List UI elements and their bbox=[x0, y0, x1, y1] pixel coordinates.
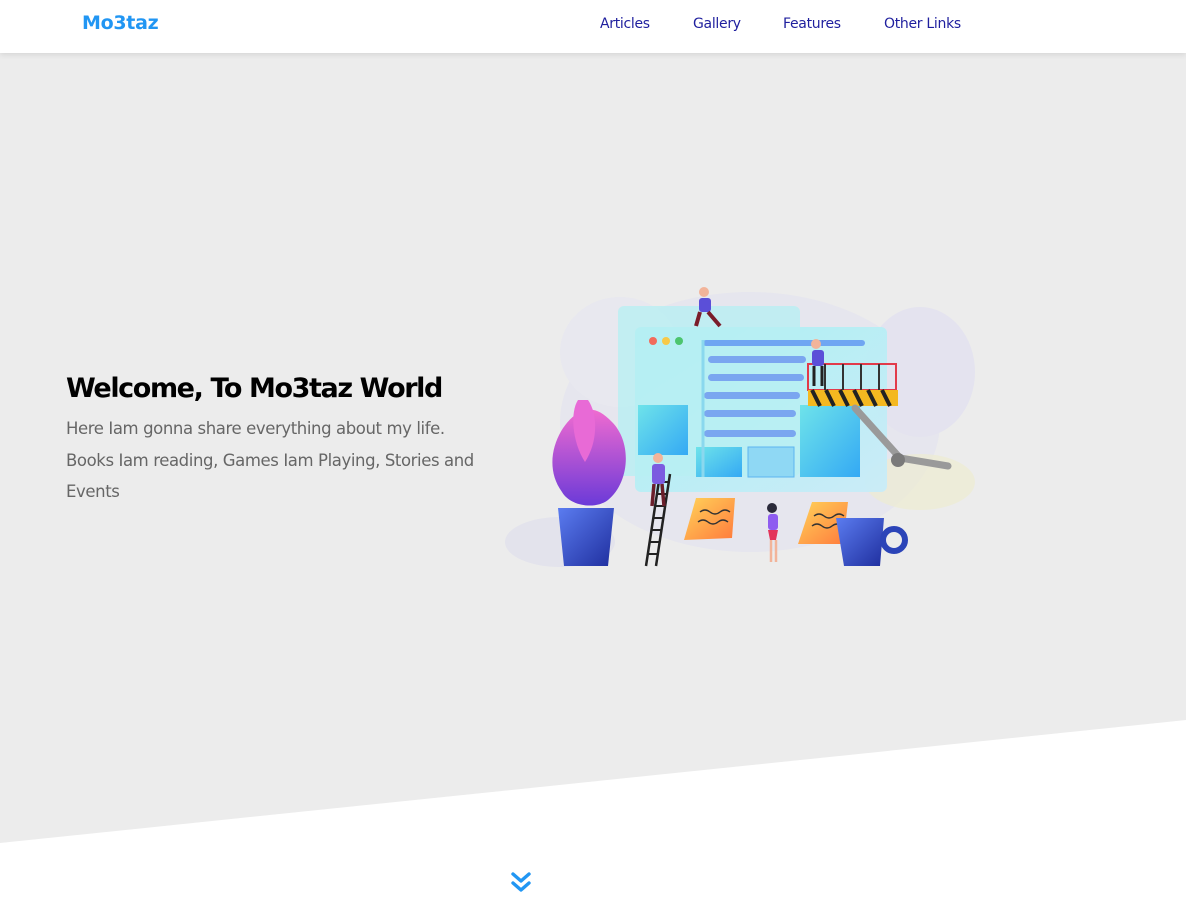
main-nav: Articles Gallery Features Other Links bbox=[0, 16, 1186, 36]
landing-section: Welcome, To Mo3taz World Here Iam gonna … bbox=[0, 53, 1186, 843]
site-header: Mo3taz Articles Gallery Features Other L… bbox=[0, 0, 1186, 53]
hero-title: Welcome, To Mo3taz World bbox=[66, 373, 443, 404]
coffee-cup bbox=[836, 518, 908, 566]
angle-double-down-icon[interactable] bbox=[509, 870, 533, 896]
nav-link-articles[interactable]: Articles bbox=[600, 16, 650, 32]
nav-link-gallery[interactable]: Gallery bbox=[693, 16, 741, 32]
hero-illustration bbox=[505, 287, 975, 567]
nav-link-features[interactable]: Features bbox=[783, 16, 841, 32]
hero-description: Here Iam gonna share everything about my… bbox=[66, 419, 474, 501]
nav-link-other-links[interactable]: Other Links bbox=[884, 16, 961, 32]
hero-text: Welcome, To Mo3taz World Here Iam gonna … bbox=[66, 371, 486, 508]
